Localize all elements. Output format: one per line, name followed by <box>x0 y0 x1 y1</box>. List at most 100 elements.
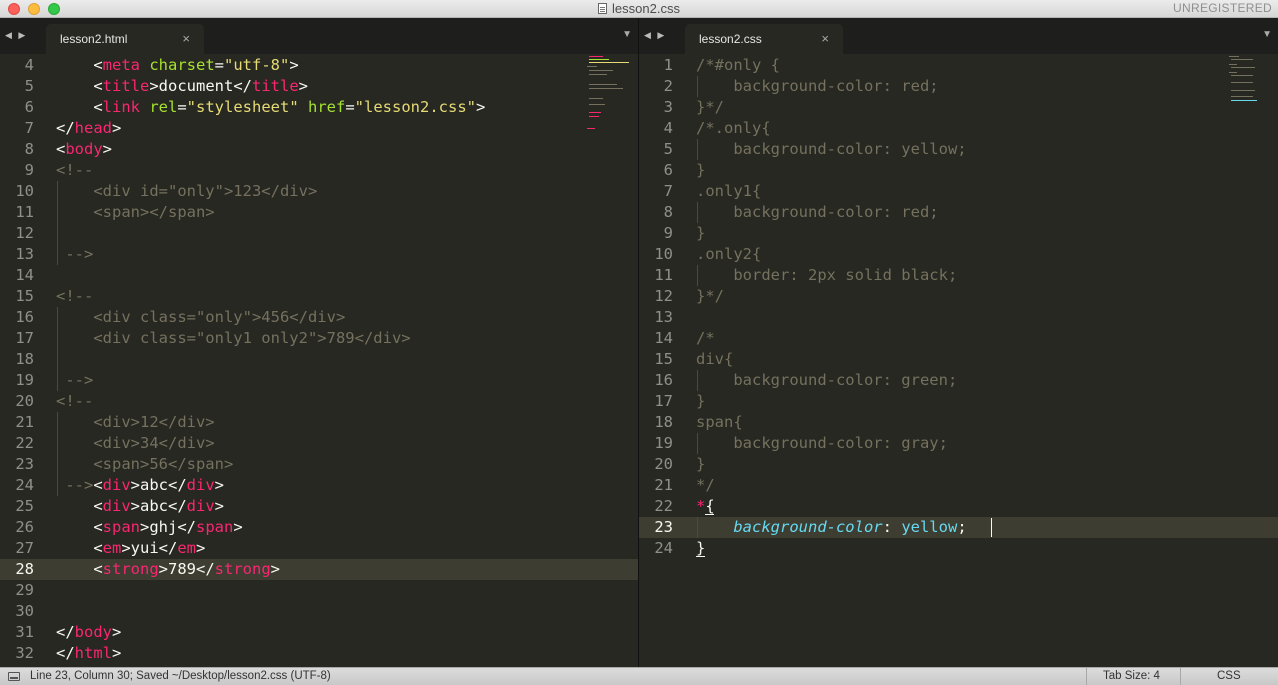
code-line[interactable]: 6} <box>639 160 1278 181</box>
indent-guide <box>697 265 698 286</box>
line-number: 26 <box>15 518 34 536</box>
code-line[interactable]: 20 <!-- <box>0 391 638 412</box>
indent-guide <box>697 370 698 391</box>
tab-size-selector[interactable]: Tab Size: 4 <box>1103 668 1160 685</box>
code-line[interactable]: 21 <div>12</div> <box>0 412 638 433</box>
code-line[interactable]: 22 <div>34</div> <box>0 433 638 454</box>
code-line[interactable]: 9} <box>639 223 1278 244</box>
code-line[interactable]: 27 <em>yui</em> <box>0 538 638 559</box>
line-number: 31 <box>15 623 34 641</box>
line-number: 17 <box>15 329 34 347</box>
code-line[interactable]: 23 background-color: yellow; <box>639 517 1278 538</box>
code-line[interactable]: 3}*/ <box>639 97 1278 118</box>
indent-guide <box>697 202 698 223</box>
code-line[interactable]: 24} <box>639 538 1278 559</box>
line-number: 18 <box>654 413 673 431</box>
code-line[interactable]: 20} <box>639 454 1278 475</box>
code-line[interactable]: 5 background-color: yellow; <box>639 139 1278 160</box>
line-number: 9 <box>24 161 34 179</box>
code-line[interactable]: 7 </head> <box>0 118 638 139</box>
code-line[interactable]: 9 <!-- <box>0 160 638 181</box>
code-token: charset <box>140 56 215 74</box>
code-line[interactable]: 16 background-color: green; <box>639 370 1278 391</box>
code-line[interactable]: 11 border: 2px solid black; <box>639 265 1278 286</box>
line-number: 23 <box>654 518 673 536</box>
left-tab-nav-arrows-icon[interactable]: ◀ ▶ <box>5 30 27 41</box>
tab-close-icon[interactable]: × <box>821 31 829 46</box>
code-line[interactable]: 8 <body> <box>0 139 638 160</box>
code-line[interactable]: 24 --><div>abc</div> <box>0 475 638 496</box>
code-token: strong <box>102 560 159 578</box>
tab-lesson2-html[interactable]: lesson2.html × <box>46 24 204 54</box>
code-line[interactable]: 1 /*#only { <box>639 55 1278 76</box>
line-number: 19 <box>15 371 34 389</box>
right-code-editor[interactable]: 1/*#only {2 background-color: red; 3}*/4/… <box>639 54 1278 667</box>
left-editor-pane: ◀ ▶ lesson2.html × ▼ 4 <meta charset="ut… <box>0 18 638 667</box>
code-line[interactable]: 14 /* <box>639 328 1278 349</box>
line-number: 21 <box>15 413 34 431</box>
code-line[interactable]: 16 <div class="only">456</div> <box>0 307 638 328</box>
code-line[interactable]: 25 <div>abc</div> <box>0 496 638 517</box>
code-line[interactable]: 8 background-color: red; <box>639 202 1278 223</box>
code-line[interactable]: 12}*/ <box>639 286 1278 307</box>
code-line[interactable]: 26 <span>ghj</span> <box>0 517 638 538</box>
code-line[interactable]: 15 div{ <box>639 349 1278 370</box>
code-line[interactable]: 28 <strong>789</strong> <box>0 559 638 580</box>
tab-close-icon[interactable]: × <box>182 31 190 46</box>
code-token: < <box>56 497 103 515</box>
code-token: background-color: red; <box>696 203 939 221</box>
indent-guide <box>57 181 58 265</box>
code-line[interactable]: 19 --> <box>0 370 638 391</box>
code-line[interactable]: 10 .only2{ <box>639 244 1278 265</box>
code-line[interactable]: 23 <span>56</span> <box>0 454 638 475</box>
code-line[interactable]: 13 --> <box>0 244 638 265</box>
code-token: /*#only { <box>696 56 780 74</box>
code-line[interactable]: 18 span{ <box>639 412 1278 433</box>
code-line[interactable]: 2 background-color: red; <box>639 76 1278 97</box>
code-line[interactable]: 17 <div class="only1 only2">789</div> <box>0 328 638 349</box>
code-token: body <box>65 140 103 158</box>
code-line[interactable]: 31 </body> <box>0 622 638 643</box>
code-line[interactable]: 19 background-color: gray; <box>639 433 1278 454</box>
panel-toggle-icon[interactable] <box>8 672 20 681</box>
code-token: >abc</ <box>130 476 187 494</box>
code-line[interactable]: 7 .only1{ <box>639 181 1278 202</box>
right-tab-dropdown-icon[interactable]: ▼ <box>1262 29 1272 40</box>
code-line[interactable]: 4 /*.only{ <box>639 118 1278 139</box>
code-line[interactable]: 30 <box>0 601 638 622</box>
code-token: title <box>252 77 299 95</box>
code-line[interactable]: 13 <box>639 307 1278 328</box>
code-token: } <box>696 539 706 557</box>
code-line[interactable]: 11 <span></span> <box>0 202 638 223</box>
tab-lesson2-css[interactable]: lesson2.css × <box>685 24 843 54</box>
code-line[interactable]: 5 <title>document</title> <box>0 76 638 97</box>
line-number: 13 <box>15 245 34 263</box>
syntax-selector[interactable]: CSS <box>1217 668 1241 685</box>
line-number: 10 <box>654 245 673 263</box>
code-line[interactable]: 17} <box>639 391 1278 412</box>
line-number: 27 <box>15 539 34 557</box>
right-tab-nav-arrows-icon[interactable]: ◀ ▶ <box>644 30 666 41</box>
code-line[interactable]: 14 <box>0 265 638 286</box>
code-line[interactable]: 22 *{ <box>639 496 1278 517</box>
code-text: background-color: red; <box>696 76 938 97</box>
code-line[interactable]: 21 */ <box>639 475 1278 496</box>
code-line[interactable]: 18 <box>0 349 638 370</box>
code-line[interactable]: 4 <meta charset="utf-8"> <box>0 55 638 76</box>
code-line[interactable]: 10 <div id="only">123</div> <box>0 181 638 202</box>
code-text: --><div>abc</div> <box>56 475 224 496</box>
code-line[interactable]: 6 <link rel="stylesheet" href="lesson2.c… <box>0 97 638 118</box>
code-line[interactable]: 12 <box>0 223 638 244</box>
code-line[interactable]: 15 <!-- <box>0 286 638 307</box>
code-line[interactable]: 29 <box>0 580 638 601</box>
code-token: > <box>298 77 309 95</box>
left-code-editor[interactable]: 4 <meta charset="utf-8"> 5 <title>documen… <box>0 54 638 667</box>
line-number: 14 <box>654 329 673 347</box>
code-token: > <box>476 98 486 116</box>
code-token: <div>34</div> <box>56 434 215 452</box>
code-token: < <box>56 56 103 74</box>
code-line[interactable]: 32 </html> <box>0 643 638 664</box>
left-tab-dropdown-icon[interactable]: ▼ <box>622 29 632 40</box>
code-text: }*/ <box>696 97 724 118</box>
